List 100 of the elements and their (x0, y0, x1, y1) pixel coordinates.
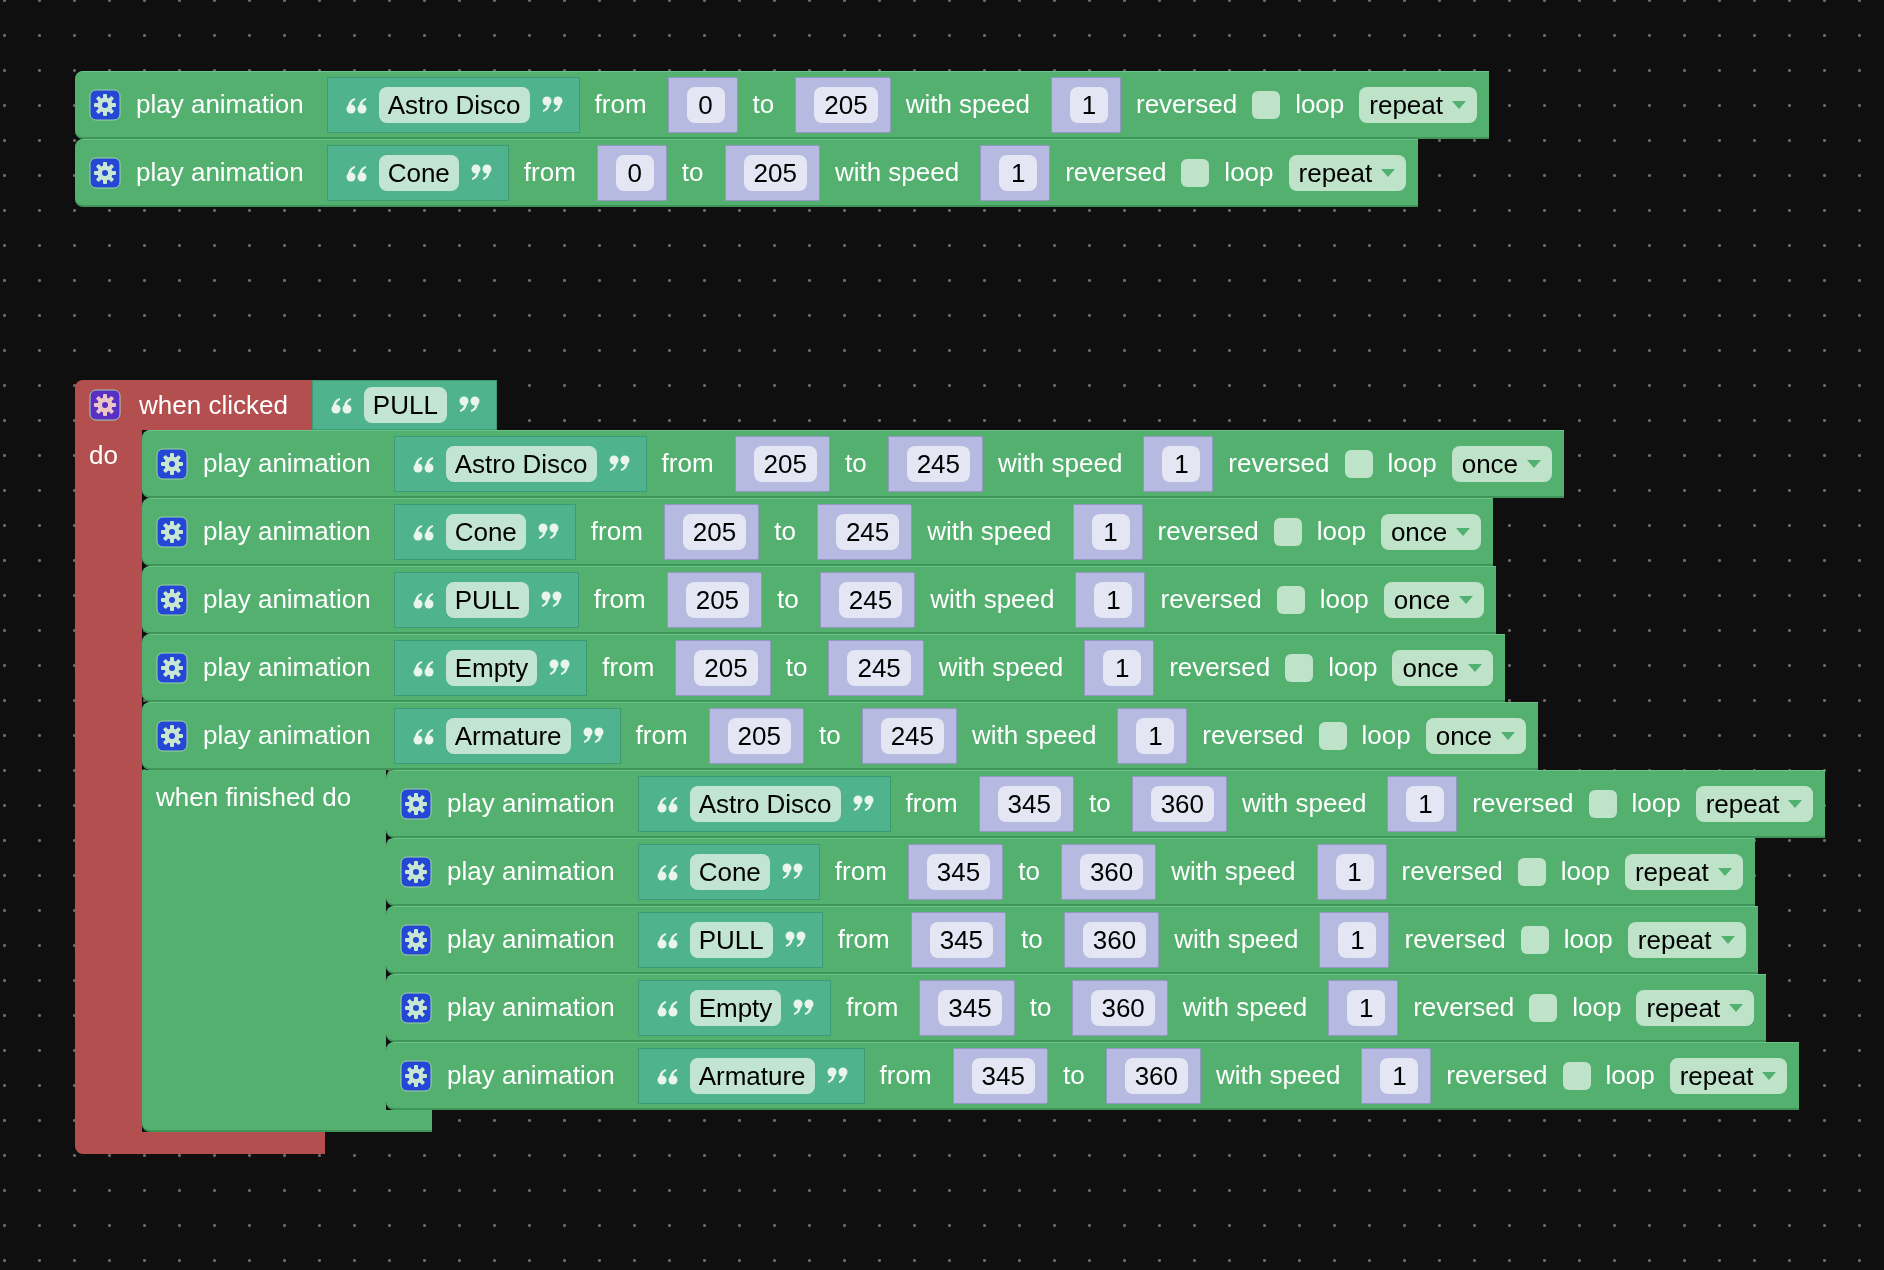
block-label: play animation (136, 157, 304, 188)
text-field[interactable]: Astro Disco (445, 445, 597, 482)
number-field[interactable]: 205 (743, 154, 807, 191)
block-label: when finished do (156, 782, 352, 812)
number-field[interactable]: 1 (1347, 989, 1386, 1026)
checkbox[interactable] (1520, 925, 1549, 954)
number-field[interactable]: 205 (682, 513, 747, 550)
number-field[interactable]: 345 (938, 989, 1002, 1026)
text-field[interactable]: Astro Disco (378, 86, 530, 123)
block-label: to (681, 157, 704, 188)
number-field[interactable]: 0 (686, 86, 725, 123)
number-field[interactable]: 1 (1103, 649, 1142, 686)
open-quote-icon (412, 658, 434, 677)
number-field[interactable]: 1 (1162, 445, 1201, 482)
checkbox[interactable] (1252, 90, 1281, 119)
number-field[interactable]: 360 (1082, 921, 1147, 958)
checkbox[interactable] (1318, 721, 1347, 750)
block-label: play animation (447, 924, 615, 955)
block-label: from (837, 924, 890, 955)
text-field[interactable]: PULL (689, 921, 773, 958)
number-field[interactable]: 1 (1069, 86, 1108, 123)
block-label: from (594, 89, 647, 120)
block-label: with speed (930, 584, 1055, 615)
open-quote-icon (345, 163, 367, 182)
checkbox[interactable] (1529, 993, 1558, 1022)
number-field[interactable]: 0 (615, 154, 654, 191)
checkbox[interactable] (1517, 857, 1546, 886)
loop-dropdown[interactable]: repeat (1624, 853, 1743, 890)
number-field[interactable]: 360 (1150, 785, 1215, 822)
block-label: from (602, 652, 655, 683)
number-field[interactable]: 205 (814, 86, 878, 123)
block-label: play animation (136, 89, 304, 120)
text-field[interactable]: Astro Disco (689, 785, 841, 822)
caret-icon (1380, 167, 1397, 178)
number-field[interactable]: 205 (753, 445, 817, 482)
number-field[interactable]: 1 (1335, 853, 1374, 890)
number-field[interactable]: 245 (906, 445, 971, 482)
number-field[interactable]: 205 (685, 581, 750, 618)
number-field[interactable]: 1 (1406, 785, 1445, 822)
gear-icon (400, 923, 432, 956)
number-field[interactable]: 205 (727, 717, 791, 754)
loop-dropdown[interactable]: once (1380, 513, 1482, 550)
checkbox[interactable] (1344, 449, 1373, 478)
checkbox[interactable] (1273, 517, 1302, 546)
block-label: loop (1224, 157, 1274, 188)
number-field[interactable]: 205 (694, 649, 758, 686)
block-label: reversed (1065, 157, 1167, 188)
block-label: play animation (447, 856, 615, 887)
loop-dropdown[interactable]: repeat (1695, 785, 1814, 822)
text-field[interactable]: Empty (445, 649, 538, 686)
block-label: with speed (1182, 992, 1308, 1023)
checkbox[interactable] (1181, 158, 1210, 187)
gear-icon (156, 447, 188, 480)
number-field[interactable]: 360 (1091, 989, 1155, 1026)
text-field[interactable]: Empty (689, 989, 782, 1026)
block-label: to (1088, 788, 1111, 819)
loop-dropdown[interactable]: once (1392, 649, 1493, 686)
checkbox[interactable] (1588, 789, 1617, 818)
checkbox[interactable] (1285, 653, 1314, 682)
loop-dropdown[interactable]: repeat (1359, 86, 1477, 123)
text-field[interactable]: Cone (445, 513, 526, 550)
block-label: loop (1295, 89, 1345, 120)
number-field[interactable]: 1 (1380, 1057, 1419, 1094)
number-field[interactable]: 245 (847, 649, 911, 686)
number-field[interactable]: 345 (997, 785, 1061, 822)
loop-dropdown[interactable]: repeat (1636, 989, 1755, 1026)
number-field[interactable]: 345 (929, 921, 994, 958)
text-field[interactable]: Cone (689, 853, 770, 890)
text-field[interactable]: Armature (445, 717, 571, 754)
number-field[interactable]: 245 (880, 717, 945, 754)
loop-dropdown[interactable]: once (1383, 581, 1485, 618)
close-quote-icon (537, 522, 559, 541)
checkbox[interactable] (1562, 1061, 1591, 1090)
number-field[interactable]: 245 (838, 581, 903, 618)
loop-dropdown[interactable]: once (1425, 717, 1527, 754)
block-label: reversed (1472, 788, 1574, 819)
number-field[interactable]: 245 (835, 513, 900, 550)
number-field[interactable]: 1 (1094, 581, 1133, 618)
number-field[interactable]: 1 (1338, 921, 1377, 958)
open-quote-icon (412, 726, 434, 745)
text-field[interactable]: PULL (363, 387, 447, 423)
block-label: from (590, 516, 643, 547)
text-field[interactable]: Cone (378, 154, 459, 191)
loop-dropdown[interactable]: once (1451, 445, 1553, 482)
number-field[interactable]: 1 (1136, 717, 1175, 754)
text-field[interactable]: PULL (445, 581, 529, 618)
number-field[interactable]: 345 (926, 853, 991, 890)
number-field[interactable]: 345 (971, 1057, 1035, 1094)
number-field[interactable]: 360 (1124, 1057, 1189, 1094)
checkbox[interactable] (1276, 585, 1305, 614)
block-label: play animation (447, 1060, 615, 1091)
loop-dropdown[interactable]: repeat (1627, 921, 1746, 958)
number-field[interactable]: 1 (999, 154, 1038, 191)
number-field[interactable]: 360 (1079, 853, 1144, 890)
gear-icon (400, 991, 432, 1024)
loop-dropdown[interactable]: repeat (1288, 154, 1407, 191)
number-field[interactable]: 1 (1091, 513, 1130, 550)
block-label: loop (1631, 788, 1681, 819)
text-field[interactable]: Armature (689, 1057, 815, 1094)
loop-dropdown[interactable]: repeat (1669, 1057, 1788, 1094)
